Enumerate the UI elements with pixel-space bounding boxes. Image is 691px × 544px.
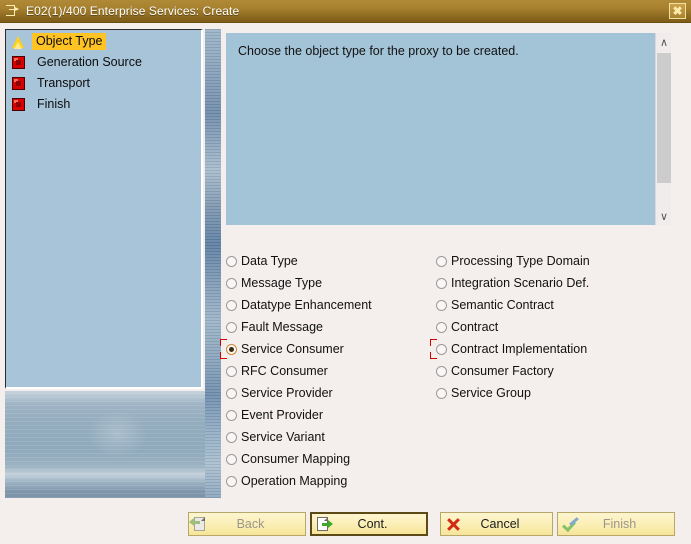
back-button[interactable]: Back [188,512,306,536]
radio-indicator[interactable] [226,475,237,487]
error-square-icon [12,98,25,111]
radio-service-consumer[interactable]: Service Consumer [220,338,426,360]
radio-consumer-mapping[interactable]: Consumer Mapping [226,448,426,470]
dialog-button-bar: Back Cont. Cancel Finish [0,508,691,544]
radio-indicator[interactable] [226,365,237,377]
radio-operation-mapping[interactable]: Operation Mapping [226,470,426,492]
radio-indicator[interactable] [226,431,237,443]
finish-button[interactable]: Finish [557,512,675,536]
radio-consumer-factory[interactable]: Consumer Factory [436,360,686,382]
wizard-divider-image [205,29,221,498]
instruction-scrollbar[interactable]: ∧ ∨ [655,33,671,225]
radio-indicator[interactable] [226,321,237,333]
scrollbar-thumb[interactable] [657,53,671,183]
radio-service-provider[interactable]: Service Provider [226,382,426,404]
radio-message-type[interactable]: Message Type [226,272,426,294]
continue-button[interactable]: Cont. [310,512,428,536]
check-pencil-icon [562,516,579,533]
radio-datatype-enhancement[interactable]: Datatype Enhancement [226,294,426,316]
radio-label: Fault Message [241,320,323,334]
radio-label: Message Type [241,276,323,290]
forward-document-icon [316,516,333,533]
radio-indicator[interactable] [226,299,237,311]
radio-indicator[interactable] [226,409,237,421]
error-square-icon [12,77,25,90]
scroll-down-icon[interactable]: ∨ [656,207,672,225]
radio-label: Contract Implementation [451,342,588,356]
sidebar-item-label: Finish [37,97,71,111]
radio-processing-type-domain[interactable]: Processing Type Domain [436,250,686,272]
sidebar-item-label: Transport [37,76,91,90]
sidebar-item-object-type[interactable]: Object Type [6,32,201,51]
radio-rfc-consumer[interactable]: RFC Consumer [226,360,426,382]
error-square-icon [12,56,25,69]
wizard-decorative-image [5,391,221,498]
radio-label: Contract [451,320,499,334]
instruction-panel: Choose the object type for the proxy to … [226,33,664,225]
window-title: E02(1)/400 Enterprise Services: Create [26,4,240,18]
radio-event-provider[interactable]: Event Provider [226,404,426,426]
radio-label: Service Consumer [241,342,344,356]
close-icon[interactable]: ✖ [669,3,686,19]
radio-label: Event Provider [241,408,323,422]
radio-indicator[interactable] [226,453,237,465]
sap-wizard-window: E02(1)/400 Enterprise Services: Create ✖… [0,0,691,544]
radio-fault-message[interactable]: Fault Message [226,316,426,338]
radio-contract[interactable]: Contract [436,316,686,338]
back-button-label: Back [236,517,265,531]
radio-label: Service Group [451,386,531,400]
radio-contract-implementation[interactable]: Contract Implementation [430,338,686,360]
sidebar-item-label: Generation Source [37,55,142,69]
radio-indicator[interactable] [436,255,447,267]
radio-label: Processing Type Domain [451,254,590,268]
create-object-icon [6,4,20,18]
radio-label: Data Type [241,254,298,268]
radio-indicator[interactable] [436,299,447,311]
wizard-step-tree: Object Type Generation Source Transport … [5,29,203,389]
radio-label: Datatype Enhancement [241,298,372,312]
radio-semantic-contract[interactable]: Semantic Contract [436,294,686,316]
radio-label: Service Provider [241,386,333,400]
cancel-button[interactable]: Cancel [440,512,553,536]
radio-label: RFC Consumer [241,364,328,378]
radio-indicator[interactable] [436,277,447,289]
radio-indicator[interactable] [436,387,447,399]
sidebar-item-generation-source[interactable]: Generation Source [6,53,201,72]
back-document-icon [189,516,210,533]
radio-label: Consumer Factory [451,364,554,378]
radio-indicator[interactable] [436,365,447,377]
radio-indicator[interactable] [226,387,237,399]
finish-button-label: Finish [602,517,637,531]
radio-indicator[interactable] [436,321,447,333]
object-type-radio-group: Data Type Message Type Datatype Enhancem… [220,250,686,500]
radio-label: Service Variant [241,430,325,444]
radio-data-type[interactable]: Data Type [226,250,426,272]
sidebar-item-label: Object Type [32,33,107,50]
radio-service-variant[interactable]: Service Variant [226,426,426,448]
scroll-up-icon[interactable]: ∧ [656,33,672,51]
radio-integration-scenario-def[interactable]: Integration Scenario Def. [436,272,686,294]
instruction-text: Choose the object type for the proxy to … [238,44,519,58]
warning-triangle-icon [12,36,24,49]
radio-indicator[interactable] [436,343,447,355]
radio-label: Semantic Contract [451,298,554,312]
radio-label: Integration Scenario Def. [451,276,590,290]
radio-service-group[interactable]: Service Group [436,382,686,404]
sidebar-item-transport[interactable]: Transport [6,74,201,93]
object-type-left-column: Data Type Message Type Datatype Enhancem… [220,250,426,492]
radio-indicator[interactable] [226,255,237,267]
cancel-button-label: Cancel [480,517,520,531]
radio-indicator[interactable] [226,277,237,289]
continue-button-label: Cont. [357,517,388,531]
radio-label: Operation Mapping [241,474,348,488]
red-x-icon [445,516,462,533]
radio-label: Consumer Mapping [241,452,351,466]
sidebar-item-finish[interactable]: Finish [6,95,201,114]
object-type-right-column: Processing Type Domain Integration Scena… [430,250,686,404]
radio-indicator[interactable] [226,343,237,355]
title-bar: E02(1)/400 Enterprise Services: Create ✖ [0,0,691,23]
